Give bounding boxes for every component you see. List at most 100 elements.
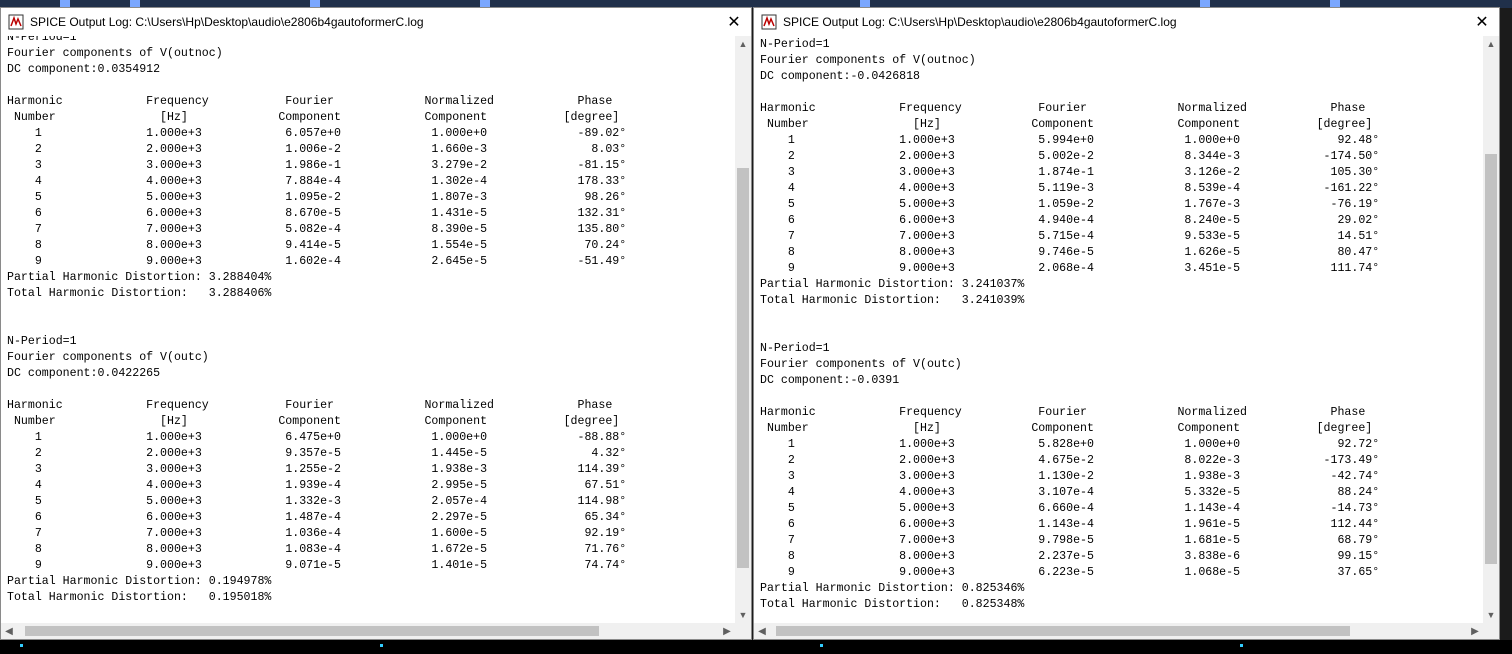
log-line: 9 9.000e+3 6.223e-5 1.068e-5 37.65°: [760, 566, 1380, 579]
scroll-up-icon[interactable]: ▲: [735, 36, 751, 52]
horizontal-scroll-thumb[interactable]: [25, 626, 599, 636]
log-line: N-Period=1: [7, 36, 77, 44]
log-line: Harmonic Frequency Fourier Normalized Ph…: [760, 102, 1366, 115]
log-line: 3 3.000e+3 1.130e-2 1.938e-3 -42.74°: [760, 470, 1380, 483]
vertical-scrollbar[interactable]: ▲ ▼: [735, 36, 751, 623]
log-line: N-Period=1: [760, 38, 830, 51]
toolbar-fragment: [1330, 0, 1340, 7]
vertical-scroll-thumb[interactable]: [1485, 154, 1497, 564]
close-button[interactable]: ✕: [1469, 10, 1495, 34]
horizontal-scrollbar[interactable]: ◀ ▶: [1, 623, 735, 639]
vertical-scrollbar[interactable]: ▲ ▼: [1483, 36, 1499, 623]
log-text-area[interactable]: N-Period=1 Fourier components of V(outno…: [754, 36, 1483, 623]
log-line: 2 2.000e+3 9.357e-5 1.445e-5 4.32°: [7, 447, 627, 460]
log-line: 5 5.000e+3 1.059e-2 1.767e-3 -76.19°: [760, 198, 1380, 211]
log-line: Partial Harmonic Distortion: 0.825346%: [760, 582, 1025, 595]
close-button[interactable]: ✕: [721, 10, 747, 34]
log-line: 4 4.000e+3 3.107e-4 5.332e-5 88.24°: [760, 486, 1380, 499]
log-line: 8 8.000e+3 9.746e-5 1.626e-5 80.47°: [760, 246, 1380, 259]
log-line: Partial Harmonic Distortion: 0.194978%: [7, 575, 272, 588]
ltspice-icon: [8, 14, 24, 30]
log-line: Number [Hz] Component Component [degree]: [7, 111, 620, 124]
log-line: 1 1.000e+3 5.994e+0 1.000e+0 92.48°: [760, 134, 1380, 147]
scroll-down-icon[interactable]: ▼: [735, 607, 751, 623]
horizontal-scroll-thumb[interactable]: [776, 626, 1350, 636]
log-line: Total Harmonic Distortion: 3.241039%: [760, 294, 1025, 307]
log-line: Number [Hz] Component Component [degree]: [7, 415, 620, 428]
log-line: Fourier components of V(outnoc): [7, 47, 223, 60]
log-line: 5 5.000e+3 6.660e-4 1.143e-4 -14.73°: [760, 502, 1380, 515]
horizontal-scrollbar[interactable]: ◀ ▶: [754, 623, 1483, 639]
log-line: 4 4.000e+3 1.939e-4 2.995e-5 67.51°: [7, 479, 627, 492]
window-title: SPICE Output Log: C:\Users\Hp\Desktop\au…: [783, 15, 1177, 29]
log-line: DC component:0.0354912: [7, 63, 161, 76]
scroll-up-icon[interactable]: ▲: [1483, 36, 1499, 52]
log-line: DC component:-0.0391: [760, 374, 900, 387]
scrollbar-corner: [735, 623, 751, 639]
log-line: Number [Hz] Component Component [degree]: [760, 118, 1373, 131]
log-line: Partial Harmonic Distortion: 3.241037%: [760, 278, 1025, 291]
log-line: Fourier components of V(outc): [760, 358, 962, 371]
log-text-area[interactable]: N-Period=1 Fourier components of V(outno…: [1, 36, 735, 623]
log-line: Harmonic Frequency Fourier Normalized Ph…: [760, 406, 1366, 419]
scroll-down-icon[interactable]: ▼: [1483, 607, 1499, 623]
log-line: 3 3.000e+3 1.986e-1 3.279e-2 -81.15°: [7, 159, 627, 172]
grid-dot: [1240, 644, 1243, 647]
grid-dot: [20, 644, 23, 647]
log-line: 5 5.000e+3 1.095e-2 1.807e-3 98.26°: [7, 191, 627, 204]
log-line: Total Harmonic Distortion: 0.195018%: [7, 591, 272, 604]
title-bar[interactable]: SPICE Output Log: C:\Users\Hp\Desktop\au…: [754, 8, 1499, 36]
toolbar-fragment: [480, 0, 490, 7]
toolbar-fragment: [860, 0, 870, 7]
log-line: 4 4.000e+3 5.119e-3 8.539e-4 -161.22°: [760, 182, 1380, 195]
log-line: 6 6.000e+3 4.940e-4 8.240e-5 29.02°: [760, 214, 1380, 227]
window-title: SPICE Output Log: C:\Users\Hp\Desktop\au…: [30, 15, 424, 29]
log-line: DC component:0.0422265: [7, 367, 161, 380]
log-line: N-Period=1: [7, 335, 77, 348]
log-line: 2 2.000e+3 4.675e-2 8.022e-3 -173.49°: [760, 454, 1380, 467]
log-line: Partial Harmonic Distortion: 3.288404%: [7, 271, 272, 284]
log-text[interactable]: N-Period=1 Fourier components of V(outno…: [1, 36, 735, 606]
scrollbar-corner: [1483, 623, 1499, 639]
log-line: 9 9.000e+3 1.602e-4 2.645e-5 -51.49°: [7, 255, 627, 268]
scroll-left-icon[interactable]: ◀: [754, 623, 770, 639]
log-line: 6 6.000e+3 1.143e-4 1.961e-5 112.44°: [760, 518, 1380, 531]
log-line: 6 6.000e+3 8.670e-5 1.431e-5 132.31°: [7, 207, 627, 220]
log-line: Harmonic Frequency Fourier Normalized Ph…: [7, 95, 613, 108]
toolbar-fragment: [130, 0, 140, 7]
ltspice-icon: [761, 14, 777, 30]
log-line: 1 1.000e+3 6.057e+0 1.000e+0 -89.02°: [7, 127, 627, 140]
log-line: 8 8.000e+3 9.414e-5 1.554e-5 70.24°: [7, 239, 627, 252]
log-line: 7 7.000e+3 5.715e-4 9.533e-5 14.51°: [760, 230, 1380, 243]
scroll-right-icon[interactable]: ▶: [719, 623, 735, 639]
log-line: 9 9.000e+3 2.068e-4 3.451e-5 111.74°: [760, 262, 1380, 275]
toolbar-fragment: [310, 0, 320, 7]
log-line: 9 9.000e+3 9.071e-5 1.401e-5 74.74°: [7, 559, 627, 572]
title-bar[interactable]: SPICE Output Log: C:\Users\Hp\Desktop\au…: [1, 8, 751, 36]
log-line: Number [Hz] Component Component [degree]: [760, 422, 1373, 435]
log-line: 1 1.000e+3 5.828e+0 1.000e+0 92.72°: [760, 438, 1380, 451]
vertical-scroll-thumb[interactable]: [737, 168, 749, 568]
log-line: 6 6.000e+3 1.487e-4 2.297e-5 65.34°: [7, 511, 627, 524]
scroll-right-icon[interactable]: ▶: [1467, 623, 1483, 639]
log-line: N-Period=1: [760, 342, 830, 355]
log-line: Fourier components of V(outc): [7, 351, 209, 364]
log-line: Total Harmonic Distortion: 3.288406%: [7, 287, 272, 300]
log-line: 3 3.000e+3 1.255e-2 1.938e-3 114.39°: [7, 463, 627, 476]
grid-dot: [380, 644, 383, 647]
log-line: Harmonic Frequency Fourier Normalized Ph…: [7, 399, 613, 412]
toolbar-fragment: [60, 0, 70, 7]
background-schematic-area: [0, 640, 1512, 654]
log-line: 1 1.000e+3 6.475e+0 1.000e+0 -88.88°: [7, 431, 627, 444]
toolbar-fragment: [1200, 0, 1210, 7]
log-line: 7 7.000e+3 1.036e-4 1.600e-5 92.19°: [7, 527, 627, 540]
log-text[interactable]: N-Period=1 Fourier components of V(outno…: [754, 37, 1483, 613]
spice-output-log-window-right[interactable]: SPICE Output Log: C:\Users\Hp\Desktop\au…: [753, 7, 1500, 640]
log-line: DC component:-0.0426818: [760, 70, 921, 83]
log-line: 2 2.000e+3 1.006e-2 1.660e-3 8.03°: [7, 143, 627, 156]
log-line: 4 4.000e+3 7.884e-4 1.302e-4 178.33°: [7, 175, 627, 188]
log-line: 7 7.000e+3 5.082e-4 8.390e-5 135.80°: [7, 223, 627, 236]
log-line: Fourier components of V(outnoc): [760, 54, 976, 67]
spice-output-log-window-left[interactable]: SPICE Output Log: C:\Users\Hp\Desktop\au…: [0, 7, 752, 640]
scroll-left-icon[interactable]: ◀: [1, 623, 17, 639]
